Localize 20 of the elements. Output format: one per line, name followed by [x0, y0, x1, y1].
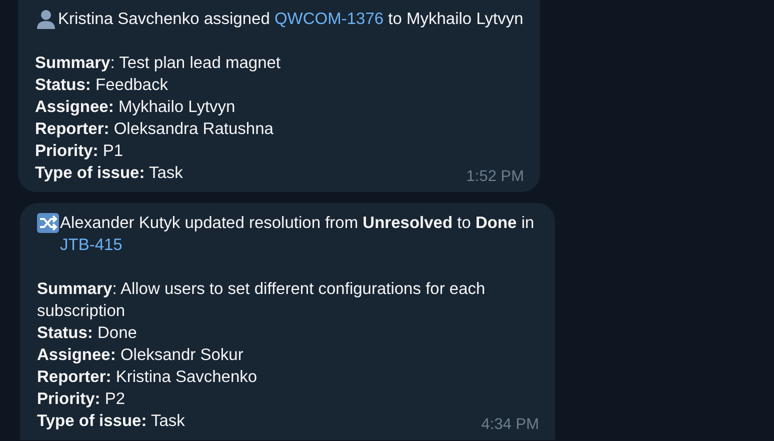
- issue-link[interactable]: JTB-415: [60, 236, 122, 254]
- issue-field: Assignee: Mykhailo Lytvyn: [35, 96, 510, 118]
- person-icon: [35, 9, 57, 29]
- message-heading: Kristina Savchenko assigned QWCOM-1376 to Mykhailo Lytvyn: [58, 9, 524, 30]
- issue-field: Priority: P2: [37, 388, 512, 410]
- message-heading: Alexander Kutyk updated resolution from Unresolved to Done in JTB-415: [60, 213, 536, 256]
- issue-link[interactable]: QWCOM-1376: [274, 10, 384, 28]
- issue-field: Status: Feedback: [35, 74, 510, 96]
- shuffle-icon: [37, 213, 59, 233]
- issue-field: Summary: Allow users to set different configurations for each subscription: [37, 278, 512, 322]
- issue-field: Type of issue: Task: [37, 410, 185, 432]
- issue-field: Summary: Test plan lead magnet: [35, 52, 510, 74]
- issue-field: Status: Done: [37, 322, 512, 344]
- issue-field: Assignee: Oleksandr Sokur: [37, 344, 512, 366]
- message-time: 4:34 PM: [481, 416, 539, 434]
- issue-field: Reporter: Kristina Savchenko: [37, 366, 512, 388]
- message-time: 1:52 PM: [466, 168, 524, 186]
- issue-field: Reporter: Oleksandra Ratushna: [35, 118, 510, 140]
- issue-field: Type of issue: Task: [35, 162, 183, 184]
- issue-field: Priority: P1: [35, 140, 510, 162]
